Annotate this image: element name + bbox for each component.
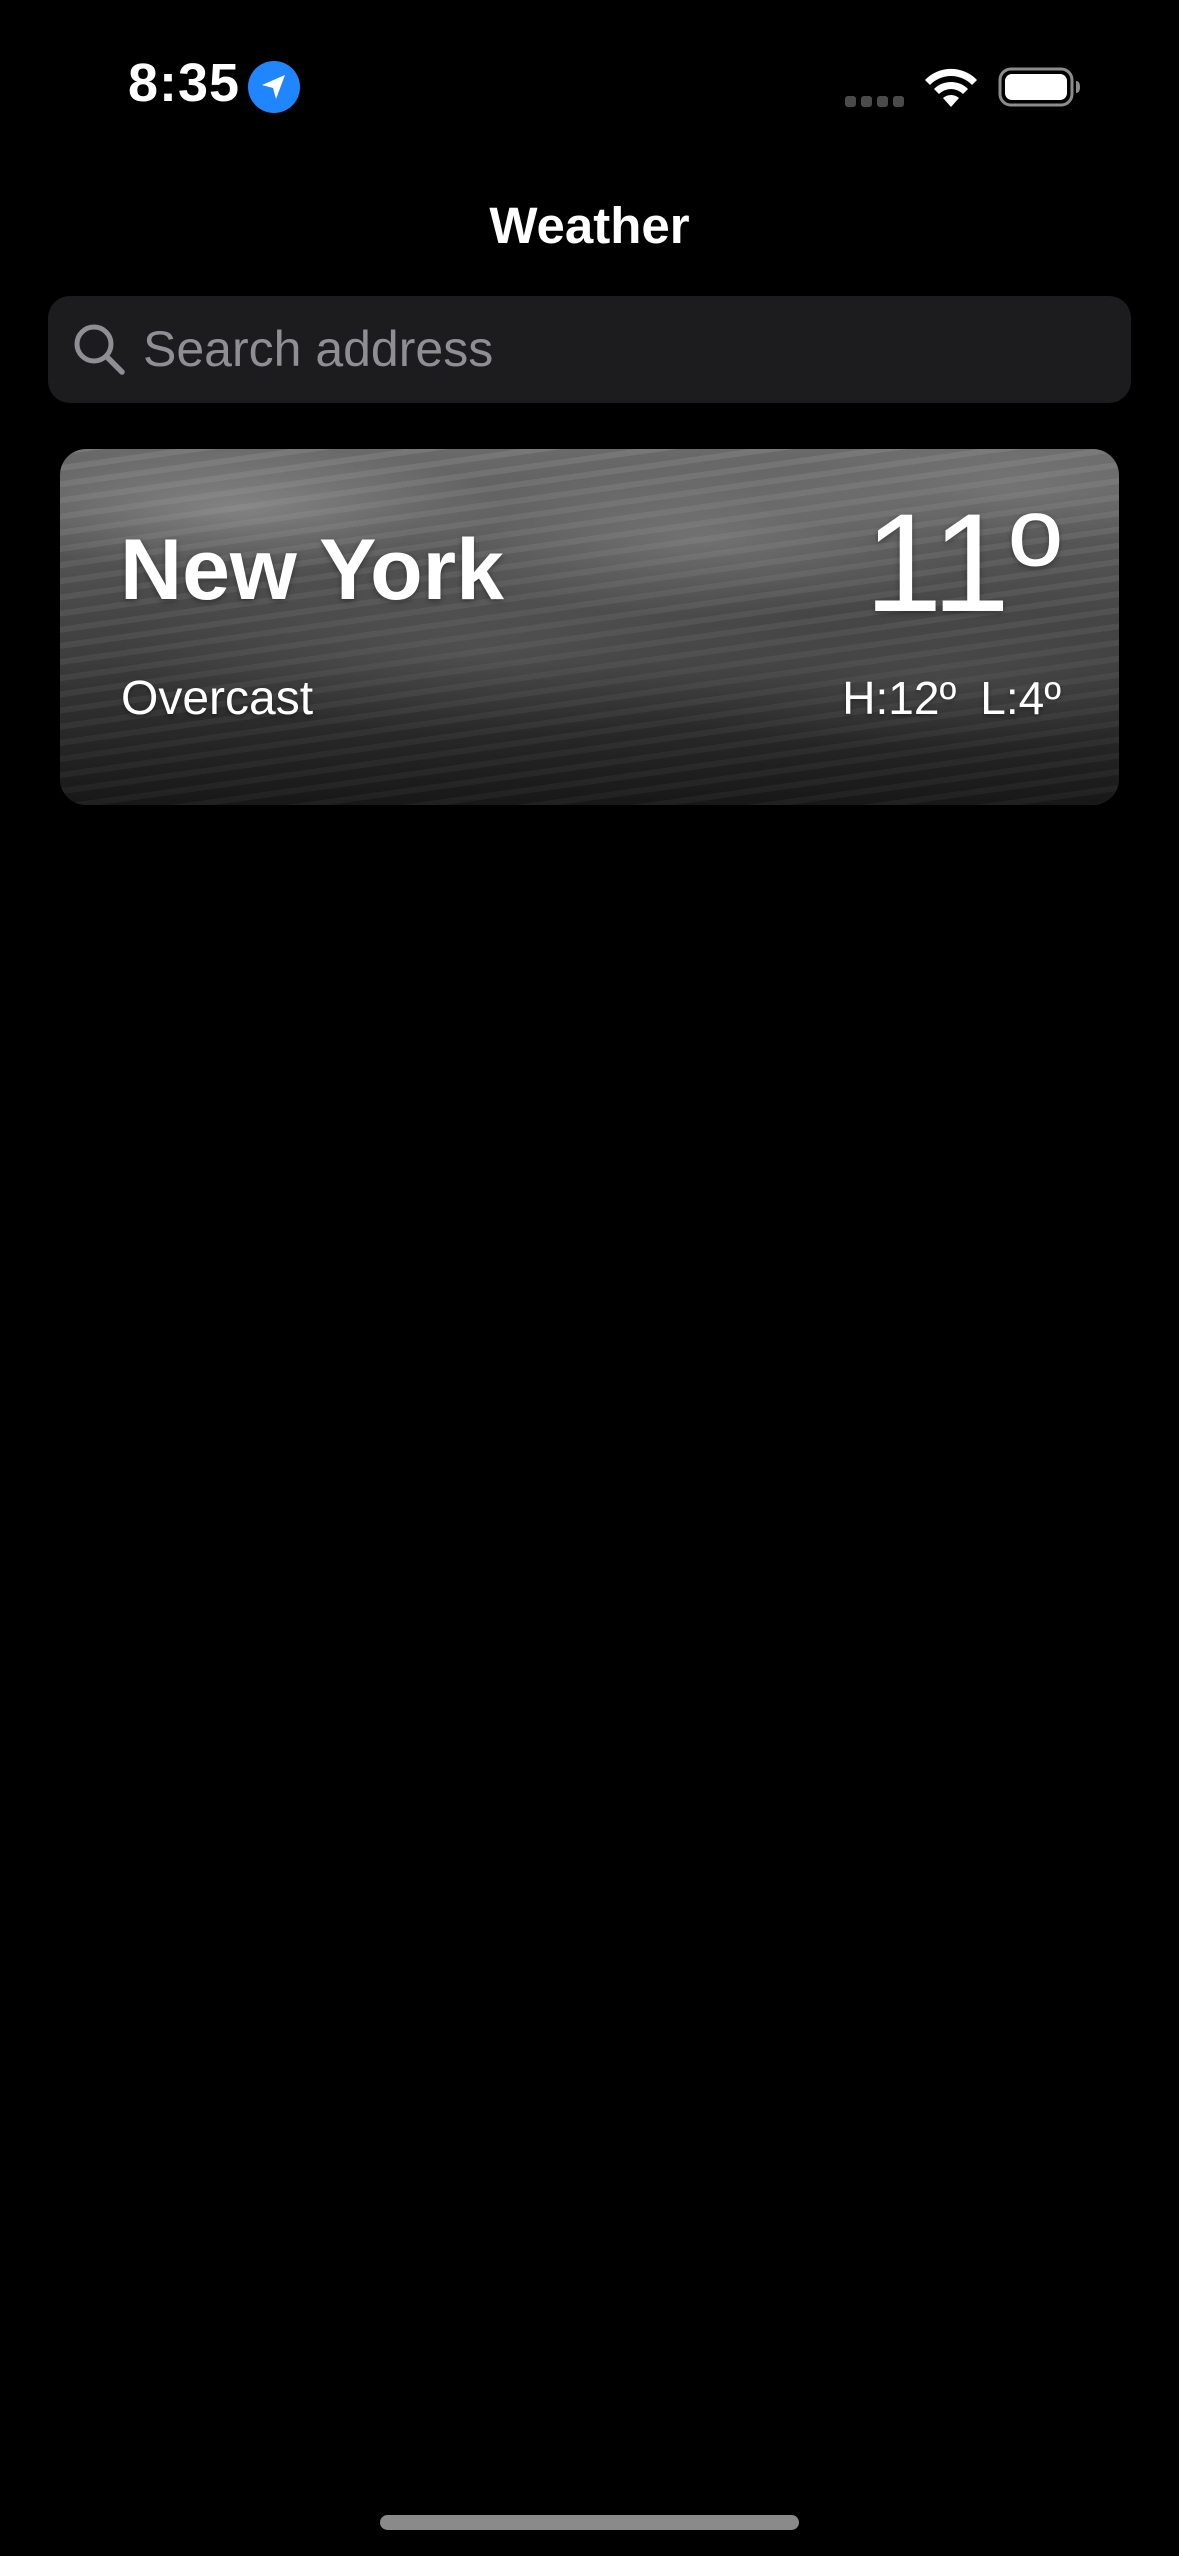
status-bar: 8:35	[0, 0, 1179, 170]
high-temperature: H:12º	[842, 672, 957, 724]
page-title: Weather	[489, 197, 690, 254]
location-card-new-york[interactable]: New York Overcast 11º H:12º L:4º	[60, 449, 1119, 805]
current-temperature: 11º	[864, 484, 1061, 641]
cellular-signal-icon	[845, 96, 905, 108]
search-icon	[70, 320, 128, 383]
city-name: New York	[120, 522, 504, 618]
location-arrow-icon	[248, 61, 300, 113]
high-low-temperature: H:12º L:4º	[842, 671, 1061, 725]
home-indicator[interactable]	[380, 2515, 799, 2530]
battery-icon	[998, 66, 1082, 113]
search-input[interactable]	[143, 316, 1103, 382]
wifi-icon	[923, 67, 979, 114]
status-time: 8:35	[128, 53, 241, 113]
search-bar[interactable]	[48, 296, 1131, 403]
weather-condition: Overcast	[121, 672, 314, 725]
low-temperature: L:4º	[980, 672, 1061, 724]
